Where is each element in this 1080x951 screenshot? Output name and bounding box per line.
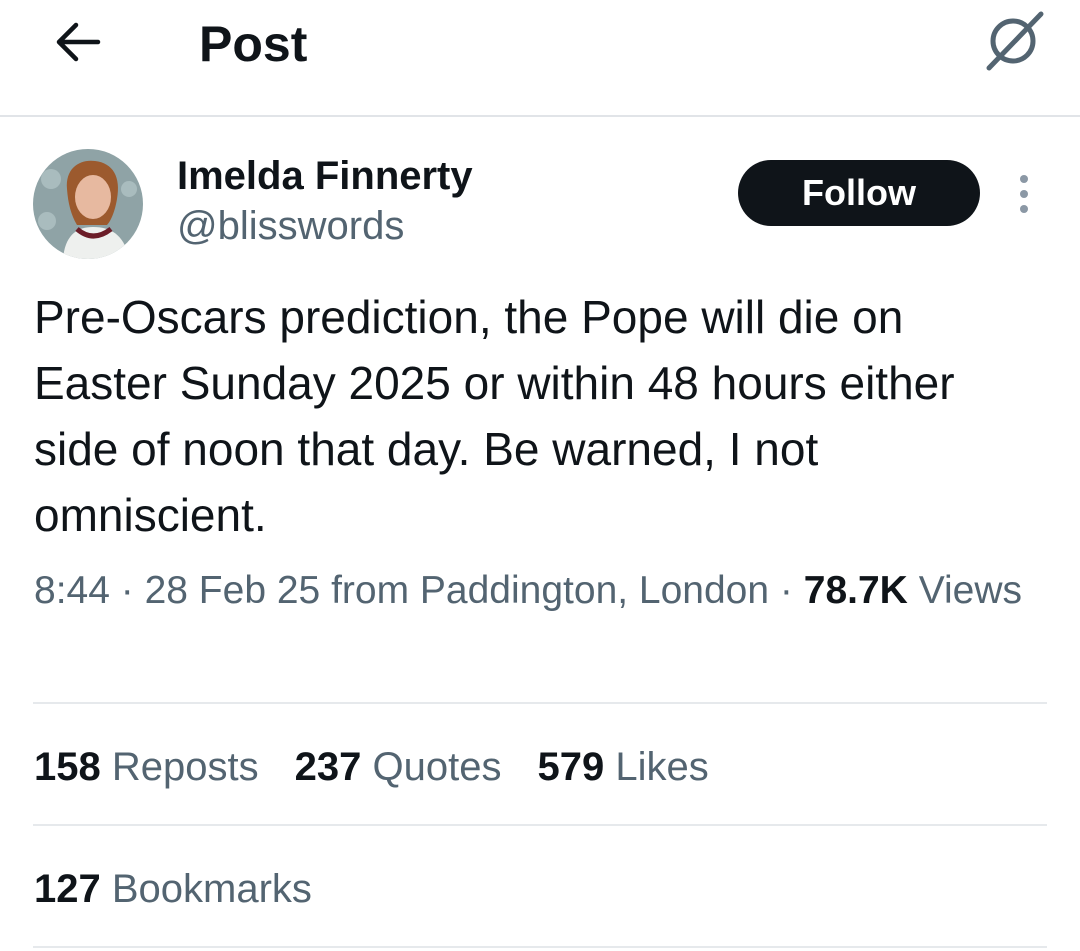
divider	[33, 946, 1047, 948]
bookmarks-count: 127	[34, 867, 101, 911]
meta-separator: ·	[120, 569, 134, 612]
divider	[33, 702, 1047, 704]
reposts-label: Reposts	[111, 745, 259, 789]
post-text: Pre-Oscars prediction, the Pope will die…	[34, 291, 955, 541]
post-meta: 8:44 · 28 Feb 25 from Paddington, London…	[34, 563, 1034, 619]
more-vertical-icon-dot	[1020, 205, 1028, 213]
engagement-stats: 158 Reposts 237 Quotes 579 Likes	[34, 741, 709, 793]
page-title: Post	[199, 16, 308, 72]
back-button[interactable]	[52, 18, 104, 66]
likes-label: Likes	[615, 745, 709, 789]
follow-button[interactable]: Follow	[738, 160, 980, 226]
grok-button[interactable]	[978, 6, 1050, 74]
quotes-label: Quotes	[372, 745, 502, 789]
meta-separator: ·	[779, 569, 793, 612]
author-handle[interactable]: @blisswords	[177, 200, 404, 252]
avatar-image	[33, 149, 143, 259]
likes-count: 579	[537, 745, 605, 789]
post-date[interactable]: 28 Feb 25	[145, 569, 321, 612]
post-time[interactable]: 8:44	[34, 569, 110, 612]
author-display-name[interactable]: Imelda Finnerty	[177, 150, 473, 202]
post-location: from Paddington, London	[331, 569, 770, 612]
bookmarks-label: Bookmarks	[111, 867, 312, 911]
bookmarks-row: 127 Bookmarks	[34, 863, 312, 915]
reposts-count: 158	[34, 745, 101, 789]
views-count[interactable]: 78.7K	[804, 569, 908, 612]
top-bar: Post	[0, 0, 1080, 117]
bookmarks-stat[interactable]: 127 Bookmarks	[34, 863, 312, 915]
views-label[interactable]: Views	[919, 569, 1022, 612]
grok-icon	[986, 11, 1044, 71]
more-vertical-icon	[1020, 175, 1028, 183]
quotes-stat[interactable]: 237 Quotes	[295, 741, 502, 793]
arrow-left-icon	[56, 22, 101, 62]
avatar[interactable]	[33, 149, 143, 259]
more-options-button[interactable]	[1004, 170, 1044, 218]
reposts-stat[interactable]: 158 Reposts	[34, 741, 259, 793]
divider	[33, 824, 1047, 826]
likes-stat[interactable]: 579 Likes	[537, 741, 708, 793]
quotes-count: 237	[294, 745, 362, 789]
more-vertical-icon-dot	[1020, 190, 1028, 198]
